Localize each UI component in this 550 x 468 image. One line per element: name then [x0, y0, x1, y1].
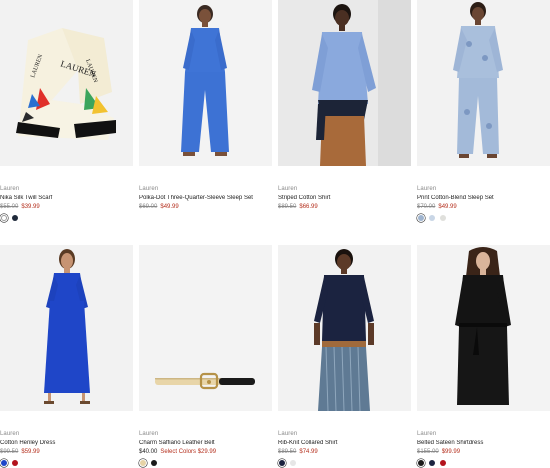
product-name[interactable]: Cotton Henley Dress: [0, 440, 133, 446]
product-card-henley-dress[interactable]: Lauren Cotton Henley Dress $99.50 $59.99: [0, 245, 133, 468]
product-card-sleep-set[interactable]: Lauren Polka-Dot Three-Quarter-Sleeve Sl…: [139, 0, 272, 230]
model-photo: [417, 245, 550, 411]
product-brand: Lauren: [278, 186, 298, 192]
color-swatch[interactable]: [151, 460, 157, 466]
product-name[interactable]: Print Cotton-Blend Sleep Set: [417, 195, 550, 201]
product-image-scarf[interactable]: LAUREN LAUREN LAUREN: [0, 0, 133, 166]
color-swatch[interactable]: [140, 460, 146, 466]
original-price: $55.00: [0, 204, 19, 210]
product-name[interactable]: Nika Silk Twill Scarf: [0, 195, 133, 201]
model-photo: [278, 0, 411, 166]
product-brand: Lauren: [417, 186, 437, 192]
color-swatch[interactable]: [418, 460, 424, 466]
product-card-print-sleep-set[interactable]: Lauren Print Cotton-Blend Sleep Set $70.…: [417, 0, 550, 230]
color-swatch[interactable]: [290, 460, 296, 466]
model-photo: [417, 0, 550, 166]
product-price: $99.50 $59.99: [0, 449, 40, 455]
product-brand: Lauren: [139, 186, 159, 192]
product-card-belt[interactable]: Lauren Charm Saffiano Leather Belt $40.0…: [139, 245, 272, 468]
sale-price: $99.99: [441, 449, 461, 455]
product-brand: Lauren: [0, 186, 20, 192]
color-swatch[interactable]: [440, 215, 446, 221]
product-brand: Lauren: [0, 431, 20, 437]
original-price: $89.50: [278, 204, 297, 210]
product-card-rib-knit-shirt[interactable]: Lauren Rib-Knit Collared Shirt $89.50 $74…: [278, 245, 411, 468]
color-swatch[interactable]: [1, 215, 7, 221]
product-image-striped-shirt[interactable]: [278, 0, 411, 166]
sale-price: $74.99: [299, 449, 318, 455]
product-image-rib-knit-shirt[interactable]: [278, 245, 411, 411]
color-swatch[interactable]: [12, 215, 18, 221]
sale-label: Select Colors $29.99: [160, 449, 217, 455]
product-name[interactable]: Belted Sateen Shirtdress: [417, 440, 550, 446]
model-photo: [139, 0, 272, 166]
product-name[interactable]: Charm Saffiano Leather Belt: [139, 440, 272, 446]
product-price: $89.50 $74.99: [278, 449, 318, 455]
color-swatch[interactable]: [418, 215, 424, 221]
color-swatch[interactable]: [12, 460, 18, 466]
product-price: $89.50 $66.99: [278, 204, 318, 210]
product-price: $40.00 Select Colors $29.99: [139, 449, 216, 455]
original-price: $69.00: [139, 204, 158, 210]
model-photo: [278, 245, 411, 411]
product-name[interactable]: Striped Cotton Shirt: [278, 195, 411, 201]
color-swatch[interactable]: [429, 215, 435, 221]
leather-belt-image: [139, 245, 272, 411]
product-image-belt[interactable]: [139, 245, 272, 411]
color-swatch[interactable]: [429, 460, 435, 466]
product-card-shirtdress[interactable]: Lauren Belted Sateen Shirtdress $155.00 $…: [417, 245, 550, 468]
product-card-striped-shirt[interactable]: Lauren Striped Cotton Shirt $89.50 $66.99: [278, 0, 411, 230]
model-photo: [0, 245, 133, 411]
color-swatch[interactable]: [1, 460, 7, 466]
silk-scarf-image: LAUREN LAUREN LAUREN: [0, 0, 133, 166]
product-image-print-sleep-set[interactable]: [417, 0, 550, 166]
product-price: $69.00 $49.99: [139, 204, 179, 210]
sale-price: $66.99: [299, 204, 318, 210]
color-swatch[interactable]: [440, 460, 446, 466]
current-price: $40.00: [139, 449, 158, 455]
product-image-shirtdress[interactable]: [417, 245, 550, 411]
product-brand: Lauren: [139, 431, 159, 437]
original-price: $155.00: [417, 449, 439, 455]
product-image-henley-dress[interactable]: [0, 245, 133, 411]
product-name[interactable]: Polka-Dot Three-Quarter-Sleeve Sleep Set: [139, 195, 272, 201]
original-price: $70.00: [417, 204, 436, 210]
product-price: $155.00 $99.99: [417, 449, 460, 455]
color-swatch[interactable]: [279, 460, 285, 466]
product-image-sleep-set[interactable]: [139, 0, 272, 166]
sale-price: $49.99: [160, 204, 179, 210]
original-price: $99.50: [0, 449, 19, 455]
product-price: $55.00 $39.99: [0, 204, 40, 210]
sale-price: $49.99: [438, 204, 457, 210]
product-brand: Lauren: [417, 431, 437, 437]
product-card-scarf[interactable]: LAUREN LAUREN LAUREN Lauren Nika Silk Tw…: [0, 0, 133, 230]
sale-price: $39.99: [21, 204, 40, 210]
original-price: $89.50: [278, 449, 297, 455]
sale-price: $59.99: [21, 449, 40, 455]
product-name[interactable]: Rib-Knit Collared Shirt: [278, 440, 411, 446]
product-price: $70.00 $49.99: [417, 204, 457, 210]
product-brand: Lauren: [278, 431, 298, 437]
product-grid: LAUREN LAUREN LAUREN Lauren Nika Silk Tw…: [0, 0, 550, 468]
